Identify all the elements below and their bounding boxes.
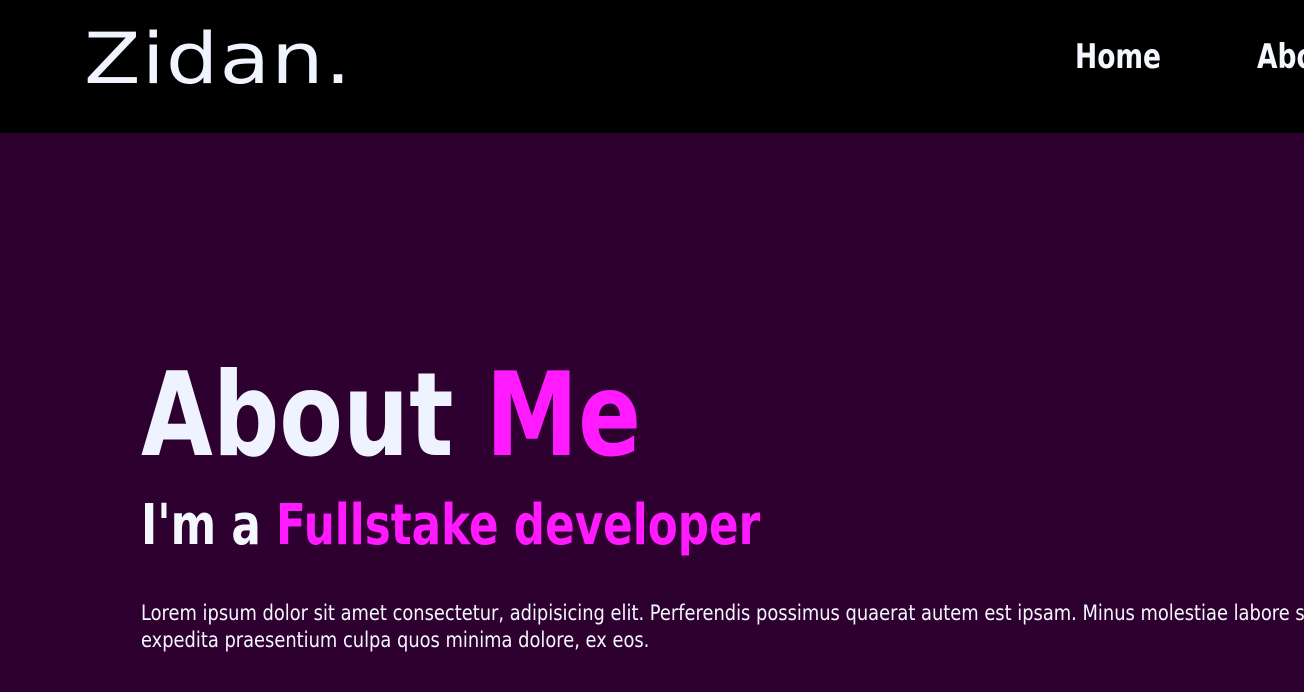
subtitle-main: I'm a xyxy=(141,493,277,558)
page-title: About Me xyxy=(141,358,1101,474)
nav-link-about[interactable]: About xyxy=(1257,40,1304,74)
subtitle: I'm a Fullstake developer xyxy=(141,498,760,554)
nav-link-home[interactable]: Home xyxy=(1075,40,1161,74)
about-paragraph: Lorem ipsum dolor sit amet consectetur, … xyxy=(141,601,1304,652)
subtitle-accent: Fullstake developer xyxy=(276,493,761,558)
title-accent: Me xyxy=(485,348,642,483)
title-main: About xyxy=(141,348,486,483)
page: Zidan. Home About About Me I'm a Fullsta… xyxy=(0,0,1304,692)
site-header: Zidan. Home About xyxy=(0,0,1304,133)
about-section: About Me I'm a Fullstake developer Lorem… xyxy=(141,358,1304,653)
site-logo[interactable]: Zidan. xyxy=(84,24,352,94)
